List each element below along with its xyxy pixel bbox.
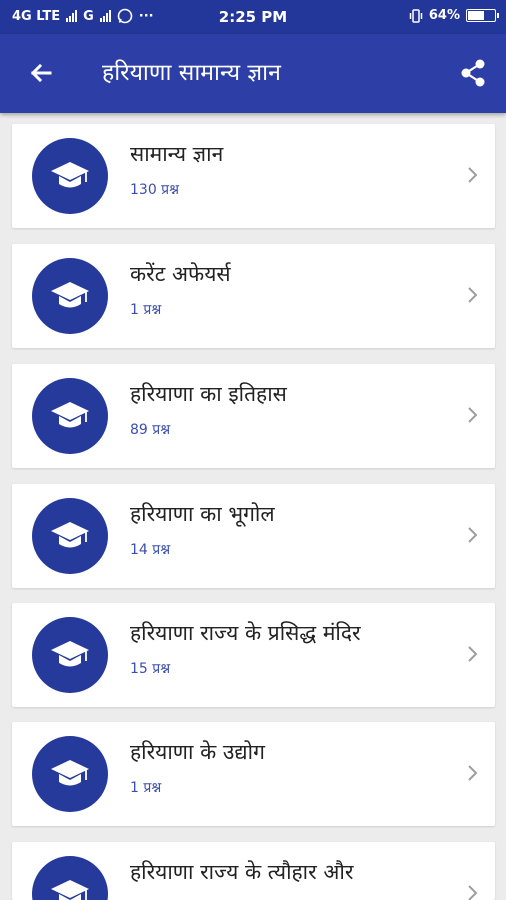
list-item[interactable]: हरियाणा राज्य के त्यौहार और — [12, 842, 495, 900]
category-avatar — [32, 498, 108, 574]
list-item[interactable]: हरियाणा का इतिहास 89 प्रश्न — [12, 364, 495, 468]
graduation-cap-icon — [51, 522, 89, 548]
graduation-cap-icon — [51, 402, 89, 428]
battery-percent: 64% — [428, 8, 460, 23]
graduation-cap-icon — [51, 282, 89, 308]
status-bar: 4G LTE G ··· 2:25 PM 64% — [0, 0, 506, 34]
graduation-cap-icon — [51, 641, 89, 667]
chevron-right-icon — [468, 765, 478, 781]
item-title: करेंट अफेयर्स — [130, 262, 231, 286]
chevron-right-icon — [468, 287, 478, 303]
category-avatar — [32, 258, 108, 334]
battery-fill — [468, 11, 485, 20]
graduation-cap-icon — [51, 880, 89, 900]
share-icon[interactable] — [458, 58, 488, 88]
item-title: हरियाणा राज्य के त्यौहार और — [130, 860, 354, 884]
item-title: हरियाणा राज्य के प्रसिद्ध मंदिर — [130, 621, 361, 645]
chevron-right-icon — [468, 527, 478, 543]
chevron-right-icon — [468, 646, 478, 662]
arrow-back-icon[interactable] — [26, 58, 56, 88]
battery-icon — [466, 9, 499, 22]
graduation-cap-icon — [51, 162, 89, 188]
category-avatar — [32, 856, 108, 900]
chevron-right-icon — [468, 407, 478, 423]
chevron-right-icon — [468, 167, 478, 183]
list-item[interactable]: करेंट अफेयर्स 1 प्रश्न — [12, 244, 495, 348]
app-bar: हरियाणा सामान्य ज्ञान — [0, 34, 506, 113]
item-question-count: 1 प्रश्न — [130, 780, 162, 796]
item-title: हरियाणा के उद्योग — [130, 740, 265, 764]
list-item[interactable]: सामान्य ज्ञान 130 प्रश्न — [12, 124, 495, 228]
chevron-right-icon — [468, 885, 478, 900]
item-question-count: 15 प्रश्न — [130, 661, 171, 677]
item-title: सामान्य ज्ञान — [130, 142, 224, 166]
category-avatar — [32, 138, 108, 214]
item-question-count: 130 प्रश्न — [130, 182, 180, 198]
graduation-cap-icon — [51, 760, 89, 786]
category-avatar — [32, 736, 108, 812]
list-item[interactable]: हरियाणा का भूगोल 14 प्रश्न — [12, 484, 495, 588]
list-item[interactable]: हरियाणा राज्य के प्रसिद्ध मंदिर 15 प्रश्… — [12, 603, 495, 707]
category-avatar — [32, 378, 108, 454]
vibrate-icon — [409, 8, 423, 23]
item-question-count: 1 प्रश्न — [130, 302, 162, 318]
item-title: हरियाणा का भूगोल — [130, 502, 275, 526]
item-question-count: 89 प्रश्न — [130, 422, 171, 438]
page-title: हरियाणा सामान्य ज्ञान — [102, 60, 281, 86]
category-avatar — [32, 617, 108, 693]
list-item[interactable]: हरियाणा के उद्योग 1 प्रश्न — [12, 722, 495, 826]
item-question-count: 14 प्रश्न — [130, 542, 171, 558]
status-right: 64% — [409, 8, 499, 23]
item-title: हरियाणा का इतिहास — [130, 382, 287, 406]
